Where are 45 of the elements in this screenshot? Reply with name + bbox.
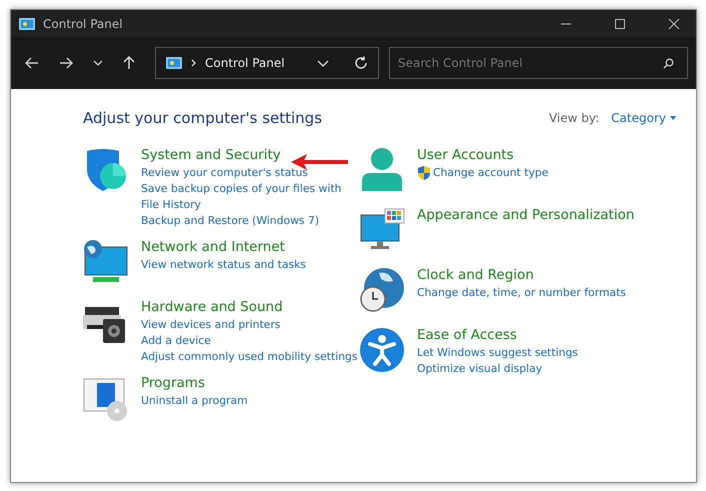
task-link[interactable]: Uninstall a program bbox=[141, 393, 248, 409]
control-panel-icon bbox=[19, 18, 35, 30]
up-arrow-icon[interactable] bbox=[123, 56, 135, 70]
close-icon[interactable] bbox=[668, 18, 680, 30]
address-path[interactable]: Control Panel bbox=[205, 56, 285, 70]
window-title: Control Panel bbox=[43, 16, 123, 30]
category-title-link[interactable]: System and Security bbox=[141, 145, 359, 165]
page-heading: Adjust your computer's settings bbox=[83, 109, 322, 127]
task-link[interactable]: View network status and tasks bbox=[141, 257, 306, 273]
task-link[interactable]: Add a device bbox=[141, 333, 211, 349]
back-arrow-icon[interactable] bbox=[25, 57, 39, 69]
category-title-link[interactable]: Ease of Access bbox=[417, 325, 578, 345]
task-link[interactable]: Backup and Restore (Windows 7) bbox=[141, 213, 320, 229]
breadcrumb-chevron-icon bbox=[191, 59, 196, 67]
maximize-icon[interactable] bbox=[614, 18, 626, 30]
refresh-icon[interactable] bbox=[354, 56, 368, 70]
task-link[interactable]: Review your computer's status bbox=[141, 165, 308, 181]
uac-shield-icon bbox=[417, 166, 431, 180]
search-icon[interactable] bbox=[663, 58, 674, 69]
category-title-link[interactable]: Hardware and Sound bbox=[141, 297, 358, 317]
task-link[interactable]: View devices and printers bbox=[141, 317, 280, 333]
category-title-link[interactable]: Network and Internet bbox=[141, 237, 306, 257]
chevron-down-icon[interactable] bbox=[317, 60, 329, 66]
task-link[interactable]: Let Windows suggest settings bbox=[417, 345, 578, 361]
chevron-down-icon[interactable] bbox=[93, 60, 103, 66]
category-title-link[interactable]: Programs bbox=[141, 373, 248, 393]
task-link[interactable]: Change date, time, or number formats bbox=[417, 285, 626, 301]
view-by-label: View by: bbox=[548, 111, 600, 125]
control-panel-icon bbox=[166, 57, 182, 69]
dropdown-caret-icon bbox=[670, 116, 676, 120]
forward-arrow-icon[interactable] bbox=[59, 57, 73, 69]
network-monitor-icon bbox=[83, 239, 129, 285]
task-link[interactable]: Adjust commonly used mobility settings bbox=[141, 349, 358, 365]
search-field[interactable]: Search Control Panel bbox=[389, 47, 688, 79]
view-by-dropdown[interactable]: Category bbox=[611, 111, 676, 125]
user-icon bbox=[359, 147, 405, 193]
accessibility-icon bbox=[359, 327, 405, 373]
address-bar[interactable]: Control Panel bbox=[155, 47, 379, 79]
task-link[interactable]: Save backup copies of your files with File History bbox=[141, 181, 359, 213]
category-title-link[interactable]: Appearance and Personalization bbox=[417, 205, 634, 225]
task-link[interactable]: Change account type bbox=[433, 165, 548, 181]
task-link[interactable]: Optimize visual display bbox=[417, 361, 542, 377]
category-title-link[interactable]: User Accounts bbox=[417, 145, 548, 165]
category-title-link[interactable]: Clock and Region bbox=[417, 265, 626, 285]
globe-clock-icon bbox=[359, 267, 405, 313]
